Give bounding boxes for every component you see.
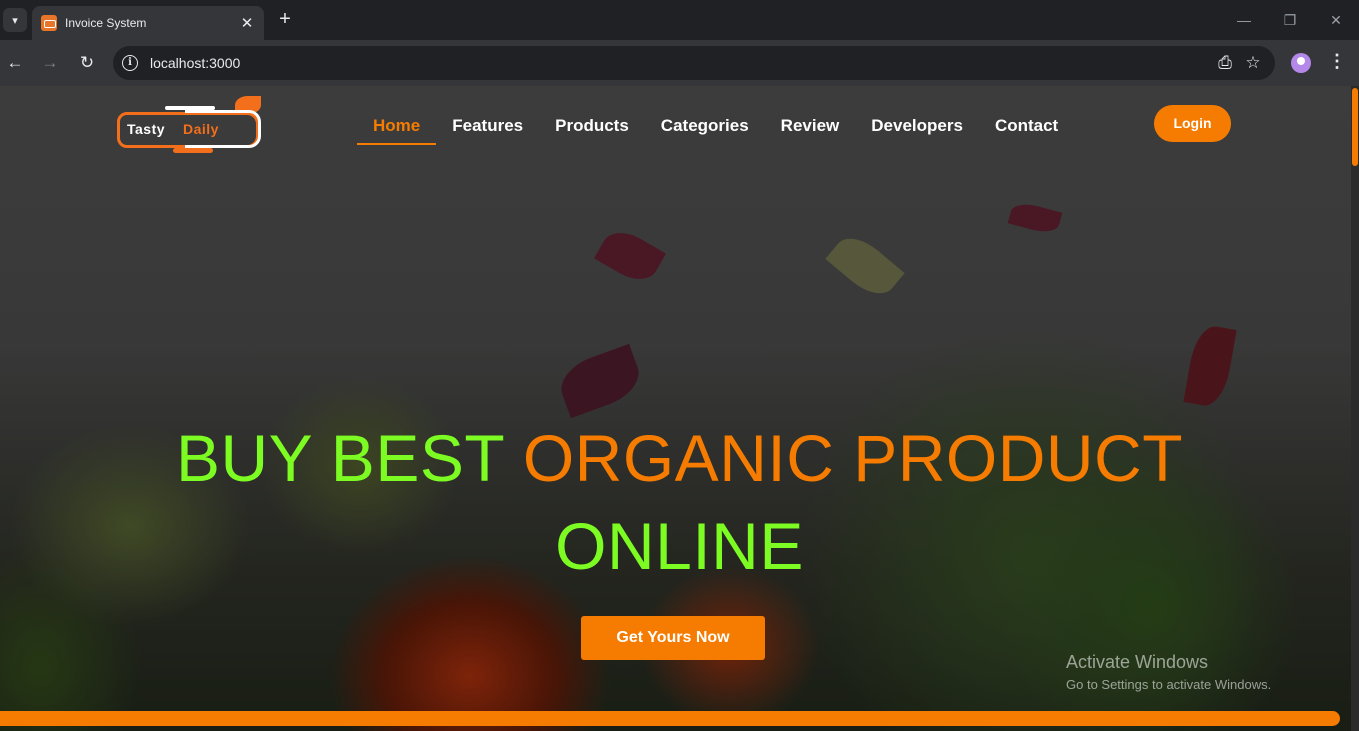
forward-button[interactable]: → [38,51,62,75]
page-scrollbar[interactable] [1351,86,1359,731]
watermark-title: Activate Windows [1066,652,1209,672]
browser-toolbar: ← → ↻ i localhost:3000 ⎙ ☆ [0,40,1359,86]
main-navigation: Home Features Products Categories Review… [357,112,1074,145]
close-tab-icon[interactable]: ✕ [236,14,258,32]
nav-link-contact[interactable]: Contact [979,112,1074,145]
reload-button[interactable]: ↻ [75,51,99,75]
get-yours-now-button[interactable]: Get Yours Now [581,616,765,660]
logo-word-daily: Daily [183,121,219,137]
restore-button[interactable]: ❐ [1278,8,1302,32]
nav-link-products[interactable]: Products [539,112,645,145]
back-button[interactable]: ← [3,51,27,75]
scroll-progress-bar [0,711,1340,726]
logo-word-tasty: Tasty [127,121,166,137]
browser-tab[interactable]: Invoice System ✕ [32,6,264,40]
profile-avatar[interactable] [1291,53,1311,73]
url-text[interactable]: localhost:3000 [150,55,1211,71]
address-bar[interactable]: i localhost:3000 ⎙ ☆ [113,46,1275,80]
activate-windows-watermark: Activate Windows Go to Settings to activ… [1066,652,1271,692]
nav-link-developers[interactable]: Developers [855,112,979,145]
nav-link-review[interactable]: Review [765,112,856,145]
new-tab-button[interactable]: + [273,8,297,32]
minimize-button[interactable]: — [1232,8,1256,32]
login-button[interactable]: Login [1154,105,1231,142]
scrollbar-thumb[interactable] [1352,88,1358,166]
headline-orange-text: ORGANIC PRODUCT [522,421,1184,495]
favicon-icon [41,15,57,31]
nav-link-categories[interactable]: Categories [645,112,765,145]
tasty-daily-logo[interactable]: Tasty Daily [115,96,275,156]
install-app-icon[interactable]: ⎙ [1211,49,1239,77]
site-info-icon[interactable]: i [122,55,138,71]
close-window-button[interactable]: ✕ [1324,8,1348,32]
spoon-icon [173,148,213,153]
browser-tab-bar: ▾ Invoice System ✕ + — ❐ ✕ [0,0,1359,40]
headline-green-text: BUY BEST [175,421,504,495]
watermark-subtitle: Go to Settings to activate Windows. [1066,677,1272,692]
hero-headline: BUY BEST ORGANIC PRODUCT ONLINE [0,414,1359,590]
bookmark-star-icon[interactable]: ☆ [1239,49,1267,77]
nav-link-home[interactable]: Home [357,112,437,145]
tab-title: Invoice System [65,16,147,30]
tab-search-icon[interactable]: ▾ [3,8,27,32]
headline-line2-text: ONLINE [555,509,804,583]
page-viewport: Tasty Daily Home Features Products Categ… [0,86,1359,731]
browser-menu-icon[interactable]: ⋮ [1327,51,1347,75]
nav-link-features[interactable]: Features [436,112,539,145]
